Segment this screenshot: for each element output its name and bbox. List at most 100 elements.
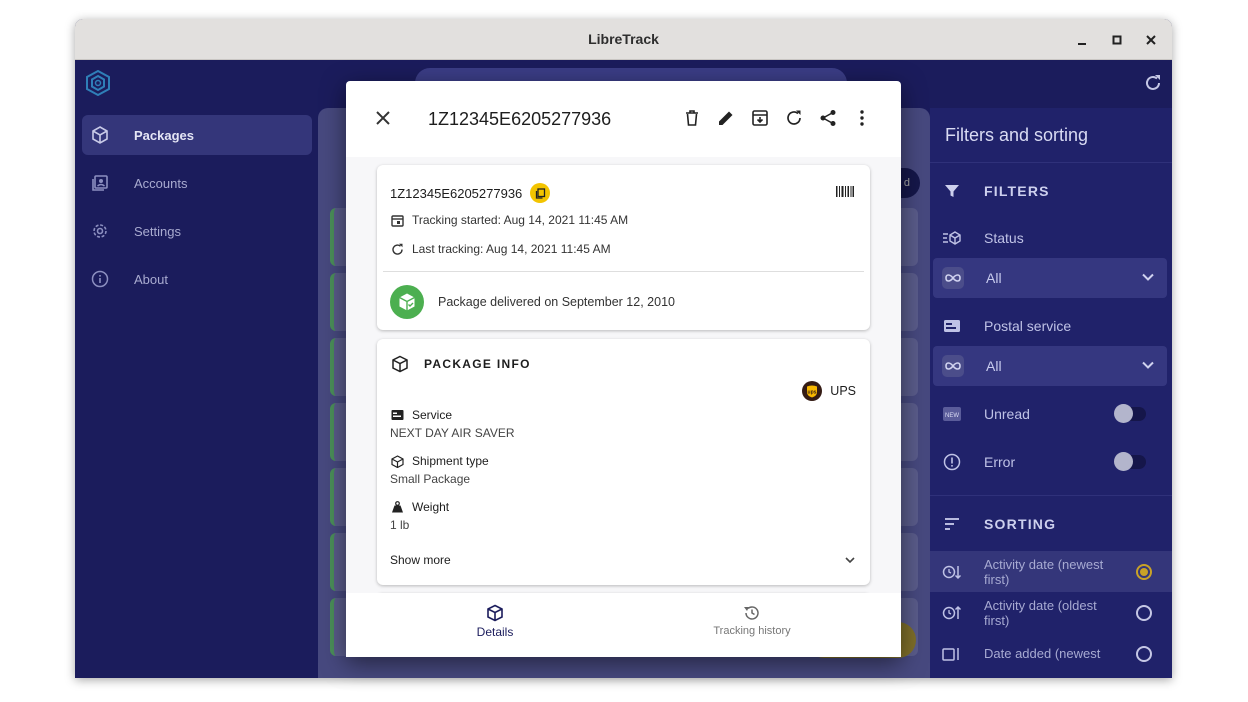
sort-item-label: Activity date (oldest first): [984, 597, 1097, 628]
show-more-label: Show more: [390, 553, 451, 567]
calendar-down-icon: [942, 644, 962, 664]
sidebar-item-label: Accounts: [134, 175, 188, 191]
window-title: LibreTrack: [588, 31, 659, 47]
package-info-card: PACKAGE INFO ups UPS Service NEXT DAY AI…: [377, 339, 870, 585]
delivered-package-icon: [390, 285, 424, 319]
panel-title: Filters and sorting: [945, 124, 1089, 145]
package-info-title: PACKAGE INFO: [424, 357, 531, 371]
ups-logo-icon: ups: [802, 381, 823, 401]
error-label: Error: [984, 454, 1016, 470]
pencil-icon: [719, 111, 733, 125]
history-icon: [742, 603, 762, 623]
service-value: NEXT DAY AIR SAVER: [390, 426, 515, 440]
carrier-name: UPS: [830, 384, 856, 398]
refresh-small-icon: [390, 242, 404, 256]
trash-icon: [686, 110, 698, 126]
unread-label: Unread: [984, 406, 1030, 422]
filter-icon: [942, 181, 962, 201]
accounts-icon: [90, 173, 110, 193]
tab-tracking-history[interactable]: Tracking history: [652, 603, 852, 637]
dialog-tabs: Details Tracking history: [346, 593, 901, 657]
sidebar-nav: Packages Accounts Settings About: [82, 115, 312, 307]
sort-item-activity-oldest[interactable]: Activity date (oldest first): [930, 592, 1172, 633]
delivery-text: Package delivered on September 12, 2010: [438, 295, 675, 309]
weight-icon: [390, 500, 404, 514]
filters-panel: Filters and sorting FILTERS Status All P…: [930, 108, 1172, 678]
dialog-body: 1Z12345E6205277936 Tracking started: Aug…: [346, 157, 901, 603]
new-badge-icon: NEW: [942, 404, 962, 424]
maximize-icon: [1112, 35, 1122, 45]
sidebar-item-accounts[interactable]: Accounts: [82, 163, 312, 203]
shipment-type-field: Shipment type Small Package: [390, 454, 489, 486]
postal-label: Postal service: [984, 318, 1072, 334]
sidebar-item-label: Packages: [134, 127, 194, 143]
shipment-label: Shipment type: [412, 454, 489, 468]
weight-field: Weight 1 lb: [390, 500, 449, 532]
barcode-icon[interactable]: [836, 186, 854, 197]
error-row[interactable]: Error: [930, 442, 1172, 482]
share-button[interactable]: [817, 107, 839, 129]
sort-radio[interactable]: [1136, 605, 1152, 621]
unread-row[interactable]: NEW Unread: [930, 394, 1172, 434]
tab-details-label: Details: [476, 625, 514, 639]
minimize-button[interactable]: [1071, 29, 1093, 51]
weight-value: 1 lb: [390, 518, 410, 532]
clock-up-icon: [942, 603, 962, 623]
maximize-button[interactable]: [1106, 29, 1128, 51]
unread-toggle[interactable]: [1114, 404, 1146, 423]
shipment-value: Small Package: [390, 472, 471, 486]
edit-button[interactable]: [715, 107, 737, 129]
svg-text:ups: ups: [808, 389, 817, 395]
sort-radio-selected[interactable]: [1136, 564, 1152, 580]
infinity-icon: [942, 267, 964, 289]
more-options-button[interactable]: [851, 107, 873, 129]
copy-icon: [535, 187, 545, 199]
titlebar: LibreTrack: [75, 19, 1172, 60]
close-icon[interactable]: [373, 108, 393, 128]
info-icon: [90, 269, 110, 289]
package-icon: [485, 603, 505, 623]
tracking-number-row: 1Z12345E6205277936: [390, 183, 551, 203]
service-label: Service: [412, 408, 453, 422]
last-tracking: Last tracking: Aug 14, 2021 11:45 AM: [412, 242, 611, 256]
status-label-row: Status: [930, 218, 1172, 258]
delete-button[interactable]: [681, 107, 703, 129]
filters-section: FILTERS Status All Postal service All NE…: [930, 162, 1172, 482]
postal-select[interactable]: All: [933, 346, 1167, 386]
package-icon: [390, 454, 404, 468]
dialog-title: 1Z12345E6205277936: [428, 109, 612, 129]
archive-button[interactable]: [749, 107, 771, 129]
service-icon: [390, 408, 404, 422]
chevron-down-icon: [1142, 361, 1154, 369]
clock-down-icon: [942, 562, 962, 582]
package-icon: [390, 354, 410, 374]
dialog-header: 1Z12345E6205277936: [346, 81, 901, 157]
tab-details[interactable]: Details: [395, 603, 595, 639]
dialog-toolbar: [669, 107, 873, 129]
refresh-button[interactable]: [783, 107, 805, 129]
sort-item-activity-newest[interactable]: Activity date (newest first): [930, 551, 1172, 592]
add-package-label: d: [903, 177, 910, 189]
tracking-started-row: Tracking started: Aug 14, 2021 11:45 AM: [390, 213, 628, 227]
refresh-icon[interactable]: [1142, 72, 1164, 94]
sidebar-item-label: About: [134, 271, 168, 287]
copy-button[interactable]: [530, 183, 551, 203]
close-icon: [1146, 35, 1156, 45]
show-more-button[interactable]: Show more: [390, 553, 856, 567]
divider: [383, 271, 864, 272]
service-field: Service NEXT DAY AIR SAVER: [390, 408, 515, 440]
minimize-icon: [1078, 43, 1086, 45]
sidebar-item-settings[interactable]: Settings: [82, 211, 312, 251]
status-select[interactable]: All: [933, 258, 1167, 298]
tab-tracking-history-label: Tracking history: [713, 625, 791, 637]
filters-title: FILTERS: [984, 182, 1050, 199]
sort-item-date-added-newest[interactable]: Date added (newest: [930, 633, 1172, 674]
error-toggle[interactable]: [1114, 452, 1146, 471]
status-label: Status: [984, 230, 1024, 246]
sidebar-item-about[interactable]: About: [82, 259, 312, 299]
tracking-card: 1Z12345E6205277936 Tracking started: Aug…: [377, 165, 870, 330]
sidebar-item-packages[interactable]: Packages: [82, 115, 312, 155]
status-filter-icon: [942, 228, 962, 248]
close-window-button[interactable]: [1140, 29, 1162, 51]
sort-radio[interactable]: [1136, 646, 1152, 662]
